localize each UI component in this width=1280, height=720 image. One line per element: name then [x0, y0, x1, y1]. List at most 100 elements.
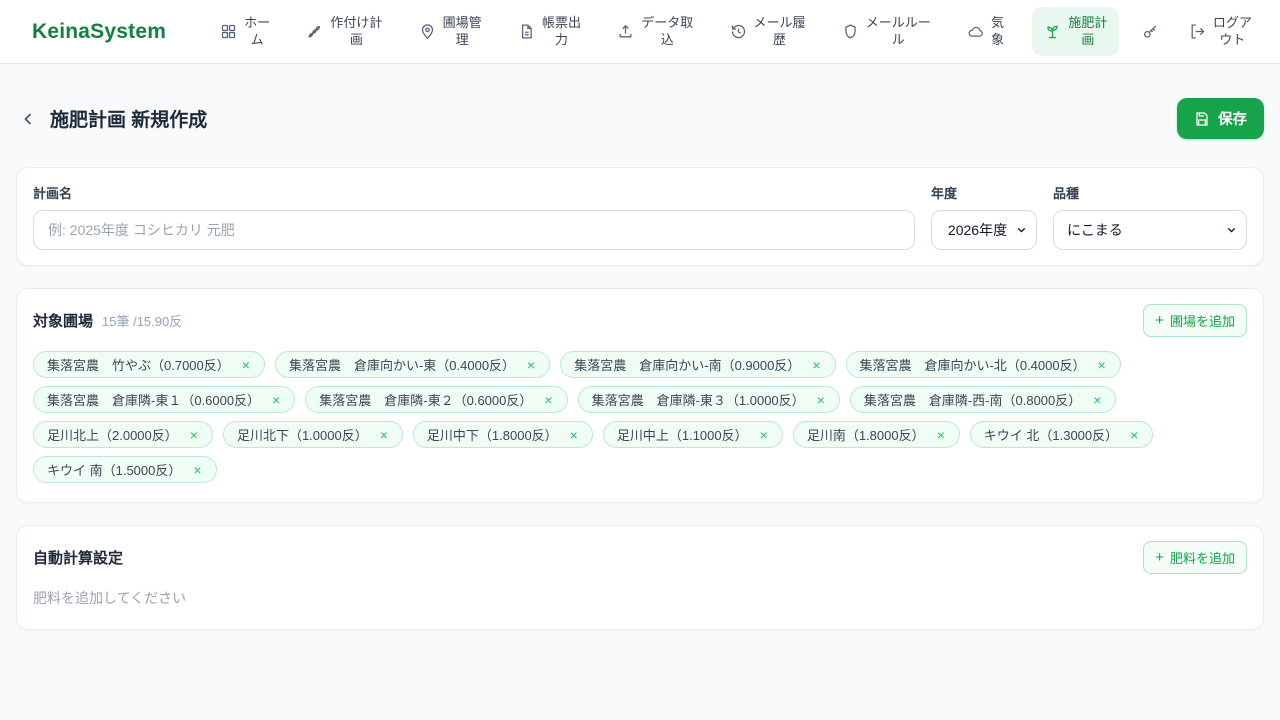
key-icon: [1142, 23, 1159, 40]
nav-item-label: 作付け計画: [330, 15, 383, 47]
remove-field-icon[interactable]: ×: [569, 428, 579, 442]
app-header: KeinaSystem ホーム 作付け計画 圃場管理 帳票出力 データ取 込 メ…: [0, 0, 1280, 64]
app-logo[interactable]: KeinaSystem: [32, 20, 166, 44]
field-chip-label: 集落宮農 倉庫隣-西-南（0.8000反）: [863, 393, 1082, 408]
remove-field-icon[interactable]: ×: [811, 358, 821, 372]
field-chip: 集落宮農 倉庫向かい-北（0.4000反） ×: [845, 351, 1121, 378]
year-label: 年度: [931, 186, 958, 201]
field-chip: 集落宮農 竹やぶ（0.7000反） ×: [33, 351, 265, 378]
remove-field-icon[interactable]: ×: [1097, 358, 1107, 372]
field-chip-label: 足川南（1.8000反）: [806, 428, 925, 443]
auto-calc-empty-message: 肥料を追加してください: [33, 590, 187, 606]
nav-item-label: メール履歴: [753, 15, 806, 47]
nav-item-password[interactable]: [1140, 17, 1161, 46]
field-chip-label: 足川中下（1.8000反）: [426, 428, 558, 443]
field-chip-label: 足川中上（1.1000反）: [616, 428, 748, 443]
nav-item-label: データ取込: [641, 15, 694, 47]
variety-label: 品種: [1053, 186, 1080, 201]
nav-item-weather[interactable]: 気象: [959, 9, 1012, 54]
plan-name-input[interactable]: [33, 210, 915, 250]
add-field-button[interactable]: + 圃場を追加: [1143, 304, 1247, 337]
field-chip: キウイ 南（1.5000反） ×: [33, 456, 217, 483]
remove-field-icon[interactable]: ×: [379, 428, 389, 442]
nav-item-mail-rules[interactable]: メールルール: [834, 9, 939, 54]
remove-field-icon[interactable]: ×: [816, 393, 826, 407]
nav-item-field-management[interactable]: 圃場管理: [411, 9, 490, 54]
year-group: 年度 2026年度: [931, 183, 1037, 250]
remove-field-icon[interactable]: ×: [189, 428, 199, 442]
save-button-label: 保存: [1218, 112, 1247, 128]
remove-field-icon[interactable]: ×: [1092, 393, 1102, 407]
field-chip-label: キウイ 南（1.5000反）: [47, 463, 182, 478]
field-chip: 足川北下（1.0000反） ×: [222, 421, 403, 448]
nav-item-label: ログア ウト: [1212, 15, 1252, 47]
nav-item-label: メールルール: [865, 15, 931, 47]
nav-item-logout[interactable]: ログア ウト: [1181, 9, 1260, 54]
nav-item-label: 施肥計画: [1068, 15, 1108, 47]
field-chip-label: 集落宮農 倉庫向かい-東（0.4000反）: [288, 358, 516, 373]
field-chip-label: キウイ 北（1.3000反）: [983, 428, 1119, 443]
save-icon: [1194, 111, 1210, 127]
plus-icon: +: [1155, 549, 1164, 566]
document-icon: [518, 23, 535, 40]
plus-icon: +: [1155, 312, 1164, 329]
shield-icon: [842, 23, 859, 40]
page-title-row: 施肥計画 新規作成 保存: [16, 98, 1264, 139]
nav-item-fertilization-plan[interactable]: 施肥計画: [1032, 7, 1120, 56]
page-title: 施肥計画 新規作成: [50, 110, 208, 131]
nav-item-planting-plan[interactable]: 作付け計画: [298, 9, 390, 54]
auto-calc-title: 自動計算設定: [33, 550, 124, 567]
plan-name-label: 計画名: [33, 186, 73, 201]
field-chip-label: 集落宮農 倉庫隣-東３（1.0000反）: [591, 393, 805, 408]
save-button[interactable]: 保存: [1177, 98, 1264, 139]
remove-field-icon[interactable]: ×: [543, 393, 553, 407]
cloud-icon: [967, 23, 984, 40]
grid-icon: [220, 23, 237, 40]
remove-field-icon[interactable]: ×: [192, 463, 202, 477]
add-field-button-label: 圃場を追加: [1169, 314, 1235, 329]
main-nav: ホーム 作付け計画 圃場管理 帳票出力 データ取込 メール履 歴 メールルー ル…: [212, 7, 1260, 56]
field-chips: 集落宮農 竹やぶ（0.7000反） × 集落宮農 倉庫向かい-東（0.4000反） ×…: [33, 351, 1247, 487]
plan-form-card: 計画名 年度 2026年度 品種 にこまる: [16, 167, 1264, 266]
field-chip: 足川中上（1.1000反） ×: [602, 421, 783, 448]
chevron-left-icon: [18, 109, 38, 129]
sprout-icon: [1044, 23, 1061, 40]
add-fertilizer-button-label: 肥料を追加: [1169, 551, 1235, 566]
nav-item-label: 圃場管理: [442, 15, 482, 47]
field-chip-label: 集落宮農 倉庫向かい-北（0.4000反）: [859, 358, 1086, 373]
year-select[interactable]: 2026年度: [931, 210, 1037, 250]
nav-item-data-import[interactable]: データ取込: [609, 9, 701, 54]
remove-field-icon[interactable]: ×: [241, 358, 251, 372]
field-chip-label: 足川北下（1.0000反）: [236, 428, 368, 443]
add-fertilizer-button[interactable]: + 肥料を追加: [1143, 541, 1247, 574]
nav-item-label: 気象: [991, 15, 1005, 47]
history-icon: [730, 23, 747, 40]
remove-field-icon[interactable]: ×: [271, 393, 281, 407]
target-fields-card: 対象圃場 15筆 /15.90反 + 圃場を追加 集落宮農 竹やぶ（0.7000…: [16, 288, 1264, 503]
target-fields-title: 対象圃場: [33, 313, 94, 330]
nav-item-report-output[interactable]: 帳票出力: [510, 9, 589, 54]
remove-field-icon[interactable]: ×: [759, 428, 769, 442]
variety-select[interactable]: にこまる: [1053, 210, 1247, 250]
back-button[interactable]: [16, 107, 40, 131]
nav-item-home[interactable]: ホーム: [212, 9, 278, 54]
field-chip: 集落宮農 倉庫隣-東３（1.0000反） ×: [577, 386, 840, 413]
field-chip-label: 集落宮農 竹やぶ（0.7000反）: [47, 358, 230, 373]
nav-item-mail-history[interactable]: メール履歴: [722, 9, 814, 54]
map-pin-icon: [419, 23, 436, 40]
remove-field-icon[interactable]: ×: [526, 358, 536, 372]
plan-name-group: 計画名: [33, 183, 915, 250]
field-chip-label: 集落宮農 倉庫隣-東２（0.6000反）: [319, 393, 533, 408]
field-chip: 集落宮農 倉庫隣-東１（0.6000反） ×: [33, 386, 296, 413]
auto-calc-card: 自動計算設定 + 肥料を追加 肥料を追加してください: [16, 525, 1264, 630]
field-chip: 集落宮農 倉庫向かい-東（0.4000反） ×: [274, 351, 551, 378]
nav-item-label: 帳票出力: [541, 15, 581, 47]
field-chip: 足川北上（2.0000反） ×: [33, 421, 213, 448]
page-content: 施肥計画 新規作成 保存 計画名 年度 2026年度: [0, 98, 1280, 630]
remove-field-icon[interactable]: ×: [1129, 428, 1139, 442]
remove-field-icon[interactable]: ×: [936, 428, 946, 442]
field-chip: 集落宮農 倉庫向かい-南（0.9000反） ×: [560, 351, 836, 378]
wheat-icon: [306, 23, 323, 40]
target-fields-summary: 15筆 /15.90反: [102, 314, 183, 329]
field-chip: 足川中下（1.8000反） ×: [412, 421, 593, 448]
